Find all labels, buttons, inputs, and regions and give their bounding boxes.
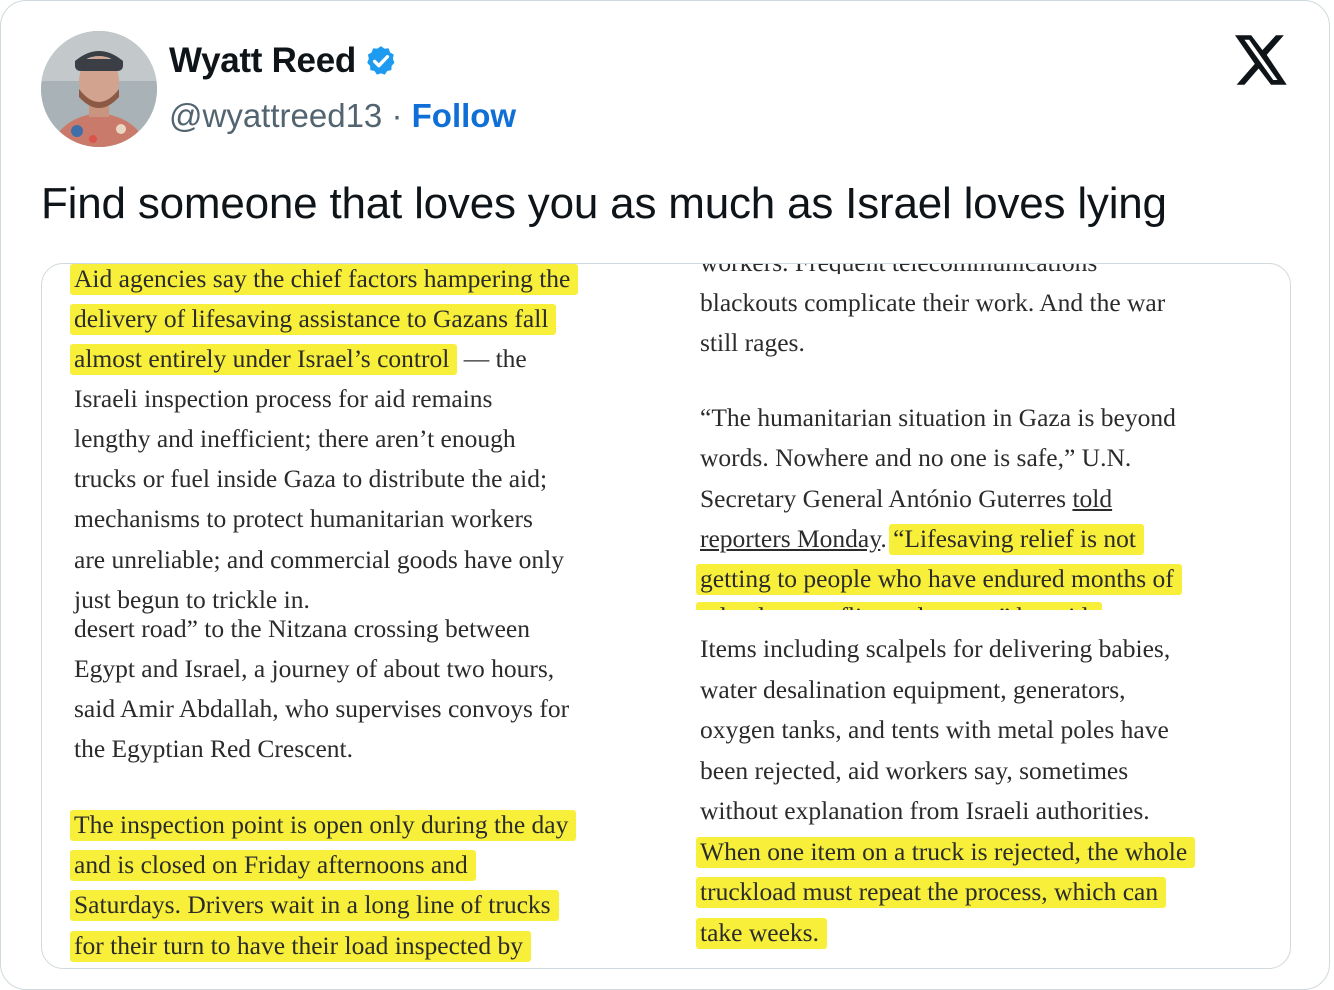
article-line: the Egyptian Red Crescent. bbox=[74, 734, 354, 763]
highlighted-text: The inspection point is open only during… bbox=[70, 810, 577, 841]
highlighted-text: Aid agencies say the chief factors hampe… bbox=[70, 264, 579, 295]
article-line: take weeks. bbox=[696, 916, 827, 950]
highlighted-text: When one item on a truck is rejected, th… bbox=[696, 837, 1196, 868]
highlighted-text: and is closed on Friday afternoons and bbox=[70, 850, 476, 881]
highlighted-text: “Lifesaving relief is not bbox=[889, 524, 1144, 555]
article-line: almost entirely under Israel’s control —… bbox=[70, 342, 527, 376]
x-logo-icon[interactable] bbox=[1235, 35, 1289, 85]
tweet-media-image[interactable]: Aid agencies say the chief factors hampe… bbox=[41, 263, 1291, 969]
highlighted-text: Saturdays. Drivers wait in a long line o… bbox=[70, 890, 559, 921]
article-line: Israeli inspection process for aid remai… bbox=[74, 384, 493, 413]
article-line: Items including scalpels for delivering … bbox=[700, 634, 1171, 663]
highlighted-text: take weeks. bbox=[696, 918, 827, 949]
highlighted-text: for their turn to have their load inspec… bbox=[70, 931, 531, 962]
article-line: When one item on a truck is rejected, th… bbox=[696, 835, 1196, 869]
article-line: oxygen tanks, and tents with metal poles… bbox=[700, 715, 1169, 744]
author-handle-row: @wyattreed13 · Follow bbox=[169, 97, 516, 135]
article-line: reporters Monday. “Lifesaving relief is … bbox=[700, 522, 1144, 556]
avatar-photo bbox=[41, 31, 157, 147]
article-line: still rages. bbox=[700, 328, 805, 357]
article-line: trucks or fuel inside Gaza to distribute… bbox=[74, 464, 548, 493]
handle-separator: · bbox=[391, 97, 403, 134]
cropped-line: workers. Frequent telecommunications bbox=[700, 264, 1260, 274]
article-text: . bbox=[880, 524, 887, 553]
article-line: Secretary General António Guterres told bbox=[700, 482, 1112, 516]
author-name[interactable]: Wyatt Reed bbox=[169, 41, 356, 81]
article-line: lengthy and inefficient; there aren’t en… bbox=[74, 424, 516, 453]
article-line: Saturdays. Drivers wait in a long line o… bbox=[70, 888, 559, 922]
article-link: reporters Monday bbox=[700, 524, 881, 553]
article-text: — the bbox=[463, 344, 527, 373]
author-name-row: Wyatt Reed bbox=[169, 41, 398, 81]
article-line: been rejected, aid workers say, sometime… bbox=[700, 756, 1129, 785]
highlighted-text: relentless conflict and unrest,” he said… bbox=[696, 602, 1103, 610]
article-line: and is closed on Friday afternoons and bbox=[70, 848, 476, 882]
article-line: getting to people who have endured month… bbox=[696, 562, 1182, 596]
article-line: blackouts complicate their work. And the… bbox=[700, 288, 1166, 317]
article-line: delivery of lifesaving assistance to Gaz… bbox=[70, 302, 557, 336]
article-line: truckload must repeat the process, which… bbox=[696, 875, 1167, 909]
article-line: workers. Frequent telecommunications bbox=[700, 264, 1097, 274]
article-line: said Amir Abdallah, who supervises convo… bbox=[74, 694, 570, 723]
article-line: Egypt and Israel, a journey of about two… bbox=[74, 654, 555, 683]
highlighted-text: truckload must repeat the process, which… bbox=[696, 877, 1167, 908]
article-link: told bbox=[1072, 484, 1113, 513]
article-line: mechanisms to protect humanitarian worke… bbox=[74, 504, 533, 533]
article-line: are unreliable; and commercial goods hav… bbox=[74, 545, 564, 574]
article-line: The inspection point is open only during… bbox=[70, 808, 577, 842]
cropped-line: relentless conflict and unrest,” he said… bbox=[692, 600, 1252, 610]
highlighted-text: getting to people who have endured month… bbox=[696, 564, 1182, 595]
article-line: “The humanitarian situation in Gaza is b… bbox=[700, 403, 1176, 432]
verified-badge-icon bbox=[367, 46, 395, 75]
article-line: words. Nowhere and no one is safe,” U.N. bbox=[700, 443, 1132, 472]
tweet-card: Wyatt Reed @wyattreed13 · Follow Find so… bbox=[0, 0, 1330, 990]
author-avatar[interactable] bbox=[41, 31, 157, 147]
highlighted-text: delivery of lifesaving assistance to Gaz… bbox=[70, 304, 557, 335]
article-line: Aid agencies say the chief factors hampe… bbox=[70, 264, 579, 296]
article-line: desert road” to the Nitzana crossing bet… bbox=[74, 614, 530, 643]
highlighted-text: almost entirely under Israel’s control bbox=[70, 344, 458, 375]
article-line: for their turn to have their load inspec… bbox=[70, 929, 531, 963]
article-line: without explanation from Israeli authori… bbox=[700, 796, 1150, 825]
follow-button[interactable]: Follow bbox=[412, 97, 516, 134]
author-handle[interactable]: @wyattreed13 bbox=[169, 97, 382, 134]
tweet-text: Find someone that loves you as much as I… bbox=[41, 179, 1167, 228]
article-line: water desalination equipment, generators… bbox=[700, 675, 1126, 704]
article-text: Secretary General António Guterres bbox=[700, 484, 1073, 513]
